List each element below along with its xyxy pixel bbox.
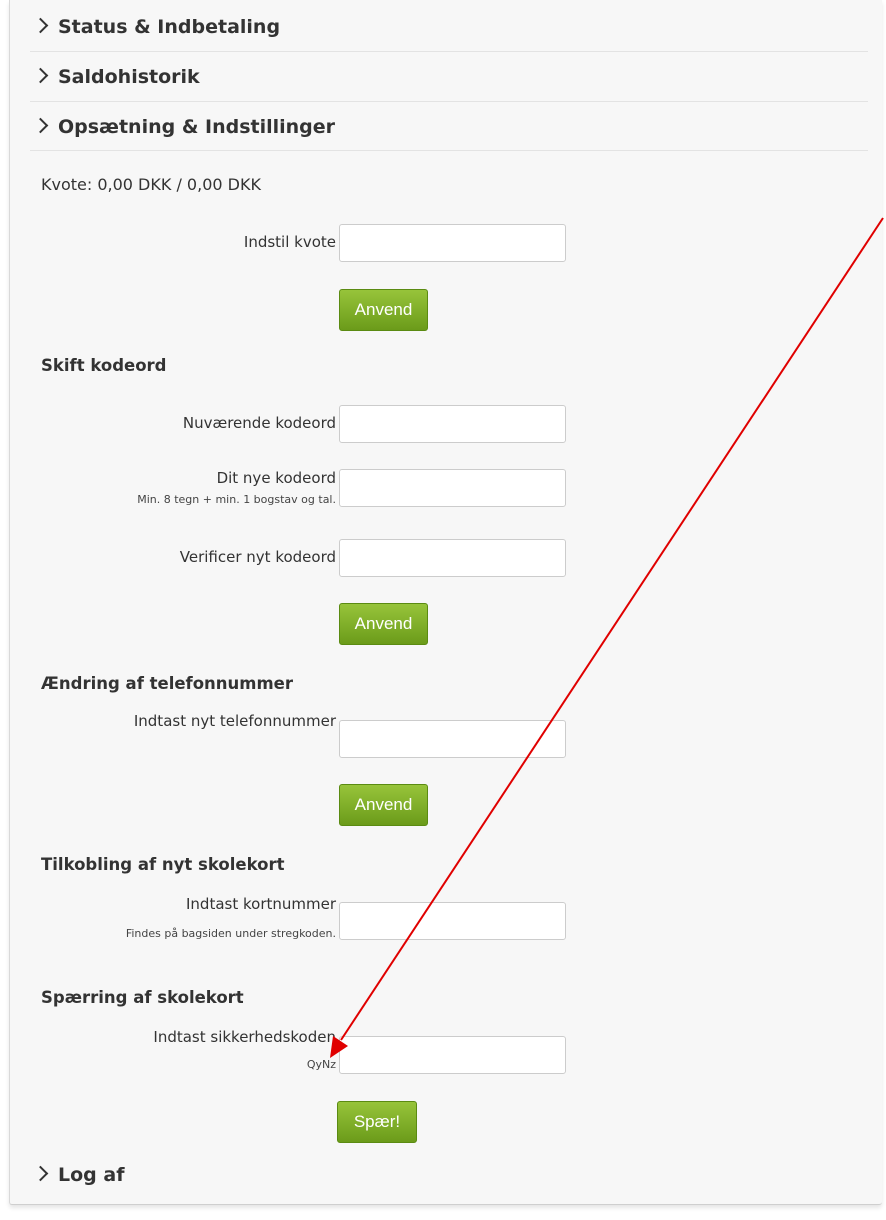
current-password-label: Nuværende kodeord [182,414,336,432]
nav-setup[interactable]: Opsætning & Indstillinger [32,116,869,138]
chevron-right-icon [32,67,49,84]
divider [30,101,868,102]
nav-logout-label: Log af [58,1164,125,1186]
chevron-right-icon [32,117,49,134]
block-section-title: Spærring af skolekort [41,988,244,1007]
chevron-right-icon [32,1165,49,1182]
new-password-input[interactable] [339,469,566,507]
divider [30,51,868,52]
new-password-hint: Min. 8 tegn + min. 1 bogstav og tal. [137,493,336,506]
quota-label: Indstil kvote [243,233,336,251]
card-number-hint: Findes på bagsiden under stregkoden. [125,927,336,940]
verify-password-input[interactable] [339,539,566,577]
phone-input[interactable] [339,720,566,758]
security-code-input[interactable] [339,1036,566,1074]
phone-section-title: Ændring af telefonnummer [41,674,294,693]
password-section-title: Skift kodeord [41,356,167,375]
nav-saldo-label: Saldohistorik [58,66,200,88]
quota-apply-button[interactable]: Anvend [339,289,428,331]
quota-input[interactable] [339,224,566,262]
card-number-label: Indtast kortnummer [186,895,336,913]
nav-logout[interactable]: Log af [32,1164,869,1186]
nav-saldo[interactable]: Saldohistorik [32,66,869,88]
chevron-right-icon [32,17,49,34]
current-password-input[interactable] [339,405,566,443]
new-password-label: Dit nye kodeord [216,469,336,487]
security-code-value: QyNz [306,1058,336,1071]
password-apply-button[interactable]: Anvend [339,603,428,645]
quota-title: Kvote: 0,00 DKK / 0,00 DKK [41,175,261,194]
phone-apply-button[interactable]: Anvend [339,784,428,826]
card-number-input[interactable] [339,902,566,940]
security-code-label: Indtast sikkerhedskoden [153,1028,336,1046]
divider [30,150,868,151]
block-card-button[interactable]: Spær! [337,1101,417,1143]
nav-status[interactable]: Status & Indbetaling [32,16,869,38]
nav-setup-label: Opsætning & Indstillinger [58,116,336,138]
nav-status-label: Status & Indbetaling [58,16,281,38]
card-section-title: Tilkobling af nyt skolekort [41,855,285,874]
verify-password-label: Verificer nyt kodeord [179,548,336,566]
phone-label: Indtast nyt telefonnummer [133,712,336,730]
